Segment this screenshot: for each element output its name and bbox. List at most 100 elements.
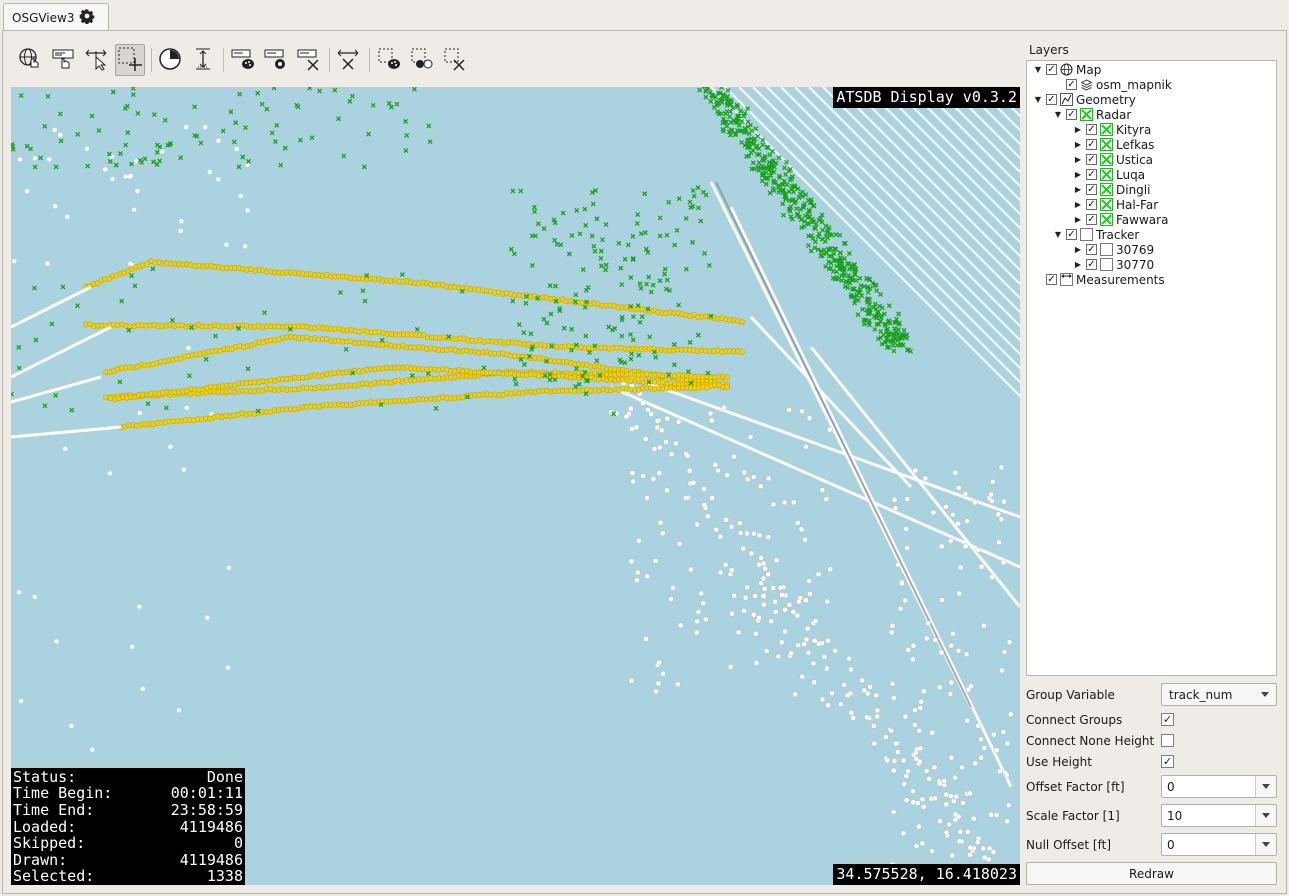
layer-item-dingli[interactable]: ▶ ✓ Dingli — [1073, 182, 1151, 197]
null-offset-value: 0 — [1167, 837, 1175, 852]
collapse-arrow-icon[interactable]: ▶ — [1073, 245, 1083, 255]
chevron-down-icon — [1262, 842, 1270, 847]
layer-checkbox[interactable]: ✓ — [1066, 109, 1077, 120]
arrow-cursor-icon — [84, 47, 108, 74]
label-gear-icon — [264, 47, 288, 74]
layer-item-fawwara[interactable]: ▶ ✓ Fawwara — [1073, 212, 1169, 227]
toolbar-separator — [329, 48, 330, 72]
expand-arrow-icon[interactable]: ▼ — [1053, 110, 1063, 120]
label-select-button[interactable] — [48, 44, 78, 76]
connect-groups-checkbox[interactable]: ✓ — [1161, 713, 1174, 726]
map-canvas[interactable] — [11, 87, 1020, 885]
map-view[interactable]: ATSDB Display v0.3.2 34.575528, 16.41802… — [11, 87, 1020, 885]
layer-checkbox[interactable]: ✓ — [1046, 274, 1057, 285]
selection-invert-button[interactable] — [407, 44, 437, 76]
gear-icon[interactable] — [79, 8, 95, 27]
layer-label: Tracker — [1096, 227, 1140, 242]
scale-factor-dropdown[interactable] — [1255, 805, 1276, 826]
layer-checkbox[interactable]: ✓ — [1086, 214, 1097, 225]
label-style-button[interactable] — [228, 44, 258, 76]
layer-checkbox[interactable]: ✓ — [1086, 199, 1097, 210]
null-offset-dropdown[interactable] — [1255, 834, 1276, 855]
height-icon — [191, 47, 215, 74]
time-filter-button[interactable] — [155, 44, 185, 76]
layers-icon — [1080, 78, 1093, 91]
layer-item-ustica[interactable]: ▶ ✓ Ustica — [1073, 152, 1153, 167]
selection-clear-button[interactable] — [440, 44, 470, 76]
collapse-arrow-icon[interactable]: ▶ — [1073, 170, 1083, 180]
use-height-checkbox[interactable]: ✓ — [1161, 755, 1174, 768]
status-value: 4119486 — [179, 817, 243, 836]
label-x-icon — [297, 47, 321, 74]
radar-cross-icon — [1100, 168, 1113, 181]
layer-item-hal-far[interactable]: ▶ ✓ Hal-Far — [1073, 197, 1158, 212]
navigate-map-button[interactable] — [15, 44, 45, 76]
globe-icon — [1060, 63, 1073, 76]
layer-label: Hal-Far — [1116, 197, 1159, 212]
connect-groups-label: Connect Groups — [1026, 713, 1123, 727]
layer-item-tracker[interactable]: ▼ ✓ Tracker — [1053, 227, 1139, 242]
layer-checkbox[interactable]: ✓ — [1086, 259, 1097, 270]
group-variable-select[interactable]: track_num — [1161, 683, 1277, 706]
label-settings-button[interactable] — [261, 44, 291, 76]
layer-checkbox[interactable]: ✓ — [1086, 169, 1097, 180]
expand-arrow-icon[interactable]: ▼ — [1033, 95, 1043, 105]
layer-item-lefkas[interactable]: ▶ ✓ Lefkas — [1073, 137, 1155, 152]
layer-checkbox[interactable]: ✓ — [1086, 139, 1097, 150]
select-add-button[interactable] — [115, 44, 145, 76]
layer-checkbox[interactable]: ✓ — [1046, 64, 1057, 75]
tab-osgview3[interactable]: OSGView3 — [3, 3, 109, 31]
collapse-arrow-icon[interactable]: ▶ — [1073, 260, 1083, 270]
layer-checkbox[interactable]: ✓ — [1086, 154, 1097, 165]
layer-item-osm-mapnik[interactable]: ✓ osm_mapnik — [1053, 77, 1172, 92]
expand-arrow-icon[interactable]: ▼ — [1053, 230, 1063, 240]
collapse-arrow-icon[interactable]: ▶ — [1073, 140, 1083, 150]
layer-checkbox[interactable]: ✓ — [1086, 244, 1097, 255]
chevron-down-icon — [1261, 692, 1269, 697]
layers-tree[interactable]: ▼ ✓ Map ✓ osm_mapnik ▼ ✓ Geometry ▼ ✓ Radar ▶ ✓ Kityr… — [1026, 60, 1277, 676]
layer-checkbox[interactable]: ✓ — [1046, 94, 1057, 105]
layer-item-30769[interactable]: ▶ ✓ 30769 — [1073, 242, 1154, 257]
measure-distance-button[interactable] — [81, 44, 111, 76]
chevron-down-icon — [1262, 813, 1270, 818]
layer-checkbox[interactable]: ✓ — [1066, 79, 1077, 90]
layer-item-geometry[interactable]: ▼ ✓ Geometry — [1033, 92, 1136, 107]
layers-title: Layers — [1029, 43, 1069, 57]
layer-label: osm_mapnik — [1096, 77, 1172, 92]
collapse-arrow-icon[interactable]: ▶ — [1073, 155, 1083, 165]
layer-item-measurements[interactable]: ✓ Measurements — [1033, 272, 1165, 287]
layer-item-30770[interactable]: ▶ ✓ 30770 — [1073, 257, 1154, 272]
layer-item-radar[interactable]: ▼ ✓ Radar — [1053, 107, 1131, 122]
status-label: Selected: — [13, 867, 95, 885]
collapse-arrow-icon[interactable]: ▶ — [1073, 125, 1083, 135]
layer-label: Measurements — [1076, 272, 1165, 287]
offset-factor-dropdown[interactable] — [1255, 776, 1276, 797]
scale-factor-value: 10 — [1167, 808, 1183, 823]
measure-icon — [1060, 273, 1073, 286]
version-label: ATSDB Display v0.3.2 — [833, 87, 1020, 108]
offset-factor-input[interactable]: 0 — [1161, 775, 1277, 798]
layer-item-map[interactable]: ▼ ✓ Map — [1033, 62, 1101, 77]
null-offset-input[interactable]: 0 — [1161, 833, 1277, 856]
layer-checkbox[interactable]: ✓ — [1086, 124, 1097, 135]
height-filter-button[interactable] — [188, 44, 218, 76]
layer-label: Map — [1076, 62, 1102, 77]
status-row: Status: Done — [13, 769, 243, 786]
collapse-arrow-icon[interactable]: ▶ — [1073, 215, 1083, 225]
connect-none-height-checkbox[interactable] — [1161, 734, 1174, 747]
layer-checkbox[interactable]: ✓ — [1066, 229, 1077, 240]
redraw-button[interactable]: Redraw — [1026, 862, 1277, 885]
status-label: Time Begin: — [13, 784, 113, 803]
measure-clear-button[interactable] — [333, 44, 363, 76]
layer-item-luqa[interactable]: ▶ ✓ Luqa — [1073, 167, 1145, 182]
collapse-arrow-icon[interactable]: ▶ — [1073, 185, 1083, 195]
selection-style-button[interactable] — [374, 44, 404, 76]
scale-factor-input[interactable]: 10 — [1161, 804, 1277, 827]
layer-checkbox[interactable]: ✓ — [1086, 184, 1097, 195]
collapse-arrow-icon[interactable]: ▶ — [1073, 200, 1083, 210]
label-clear-button[interactable] — [294, 44, 324, 76]
expand-arrow-icon[interactable]: ▼ — [1033, 65, 1043, 75]
chevron-down-icon — [1262, 784, 1270, 789]
layer-item-kityra[interactable]: ▶ ✓ Kityra — [1073, 122, 1151, 137]
